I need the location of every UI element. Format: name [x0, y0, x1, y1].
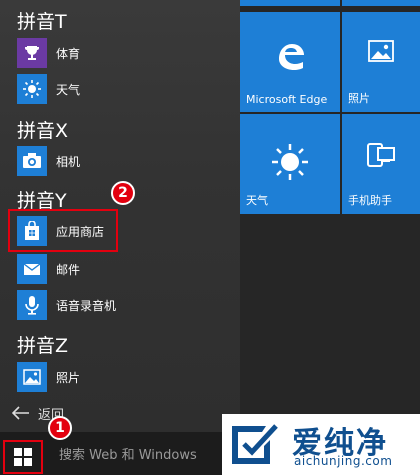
app-item-camera[interactable]: 相机: [17, 146, 237, 176]
app-item-photos[interactable]: 照片: [17, 362, 237, 392]
tile-top-partial-1: [240, 0, 340, 6]
app-item-voice-recorder[interactable]: 语音录音机: [17, 290, 237, 320]
tile-weather[interactable]: 天气: [240, 114, 340, 214]
app-label-voice-recorder: 语音录音机: [56, 298, 117, 313]
tile-top-partial-2: [342, 0, 420, 6]
tile-microsoft-edge[interactable]: Microsoft Edge: [240, 12, 340, 112]
start-tiles-area: Microsoft Edge 照片 天气 手机助手: [240, 0, 420, 432]
sun-icon: [17, 74, 47, 104]
photo-icon: [342, 40, 420, 62]
tile-label-phone-companion: 手机助手: [348, 194, 392, 207]
app-label-photos: 照片: [56, 370, 81, 385]
tile-label-edge: Microsoft Edge: [246, 93, 328, 106]
microphone-icon: [17, 290, 47, 320]
app-label-sports: 体育: [56, 46, 81, 61]
start-button[interactable]: [3, 440, 43, 474]
tile-photos[interactable]: 照片: [342, 12, 420, 112]
app-label-mail: 邮件: [56, 262, 81, 277]
app-item-mail[interactable]: 邮件: [17, 254, 237, 284]
tile-label-photos: 照片: [348, 92, 370, 105]
sun-icon: [240, 142, 340, 182]
watermark: 爱纯净 aichunjing.com: [222, 414, 420, 475]
group-header-z[interactable]: 拼音Z: [17, 331, 68, 358]
search-placeholder: 搜索 Web 和 Windows: [59, 448, 197, 463]
app-item-sports[interactable]: 体育: [17, 38, 237, 68]
mail-icon: [17, 254, 47, 284]
phone-companion-icon: [342, 142, 420, 168]
edge-icon: [240, 40, 340, 74]
search-box[interactable]: 搜索 Web 和 Windows: [45, 434, 235, 473]
photo-icon: [17, 362, 47, 392]
group-header-t[interactable]: 拼音T: [17, 7, 67, 34]
tile-phone-companion[interactable]: 手机助手: [342, 114, 420, 214]
app-label-weather: 天气: [56, 82, 81, 97]
group-header-x[interactable]: 拼音X: [17, 116, 68, 143]
windows-logo-icon: [14, 448, 32, 466]
watermark-logo-icon: [232, 424, 278, 464]
arrow-left-icon: [12, 406, 29, 420]
tile-label-weather: 天气: [246, 194, 268, 207]
camera-icon: [17, 146, 47, 176]
trophy-icon: [17, 38, 47, 68]
store-highlight-box: [8, 209, 118, 252]
app-label-camera: 相机: [56, 154, 81, 169]
watermark-url: aichunjing.com: [294, 454, 393, 468]
app-item-weather[interactable]: 天气: [17, 74, 237, 104]
step-2-badge: 2: [111, 181, 135, 205]
